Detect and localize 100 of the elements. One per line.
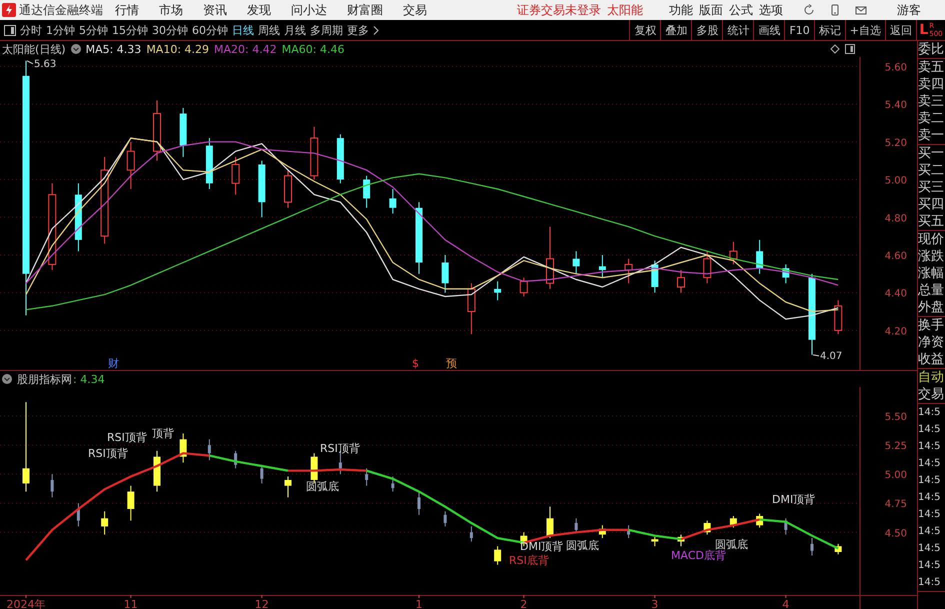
period-tab[interactable]: 分时 [20,22,42,38]
event-marker[interactable]: 财 [108,357,119,370]
candlestick [389,188,396,214]
quote-label: 买二 [918,162,944,179]
indicator-value: MA60: 4.46 [282,42,344,56]
candlestick [651,260,658,294]
period-tab[interactable]: 周线 [258,22,280,38]
quote-label: 自动 [918,369,944,386]
toolbar-button[interactable]: 画线 [753,20,784,40]
toolbar-button[interactable]: F10 [784,20,814,40]
quote-label: 现价 [918,231,944,248]
candlestick [418,491,420,516]
toolbar-button[interactable]: 叠加 [660,20,692,40]
signal-label: RSI顶背 [107,431,147,444]
event-marker[interactable]: 预 [446,357,457,370]
price-label: 5.63 [34,58,56,70]
axis-label: 5.60 [884,62,907,74]
chevron-down-icon[interactable] [2,374,12,384]
toolbar-button[interactable]: 复权 [629,20,660,40]
event-marker[interactable]: $ [412,357,419,370]
candlestick [834,543,842,555]
candlestick [50,474,54,498]
candlestick [127,485,134,522]
menu-item[interactable]: 选项 [759,2,783,18]
refresh-icon[interactable] [803,4,815,16]
menu-item[interactable]: 交易 [403,2,427,18]
signal-label: RSI顶背 [320,442,360,455]
menu-item[interactable]: 发现 [247,2,271,18]
candlestick [703,250,712,284]
period-tab[interactable]: 5分钟 [79,22,108,38]
period-tab[interactable]: 60分钟 [192,22,228,38]
candlestick [310,126,318,180]
candlestick [260,464,264,484]
phone-icon[interactable] [829,4,841,16]
panel-icon[interactable] [4,24,16,36]
menu-item[interactable]: 功能 [669,2,693,18]
period-tab[interactable]: 15分钟 [112,22,148,38]
mail-icon[interactable] [855,4,867,16]
axis-label: 4.60 [884,250,907,262]
toolbar-button[interactable]: 返回 [885,20,916,40]
candlestick [363,175,370,208]
candlestick [154,450,160,492]
candlestick [627,524,630,539]
quote-label: 涨幅 [918,265,944,282]
candlestick [234,450,238,469]
axis-label: 2 [520,598,528,609]
menu-item[interactable]: 市场 [159,2,183,18]
user-label[interactable]: 游客 [897,2,921,18]
signal-label: DMI顶背 [520,540,564,553]
chart-title: 股朋指标网 [17,372,72,386]
signal-label: DMI顶背 [772,493,816,506]
candlestick [442,254,449,294]
menu-item[interactable]: 问小达 [291,2,327,18]
candlestick [336,134,344,184]
axis-label: 1 [416,598,422,609]
chevron-right-icon[interactable] [373,26,379,34]
toolbar-button[interactable]: 标记 [814,20,845,40]
menu-item[interactable]: 行情 [115,2,139,18]
trade-time: 14:5 [918,457,940,471]
trade-time: 14:5 [918,559,940,573]
period-tab[interactable]: 日线 [232,22,254,38]
quote-label: 买五 [918,213,944,230]
indicator-value: MA20: 4.42 [214,42,277,56]
toolbar-button[interactable]: 统计 [722,20,754,40]
chevron-down-icon[interactable] [70,44,81,54]
period-tab[interactable]: 月线 [284,22,306,38]
menu-item[interactable]: 财富圈 [347,2,383,18]
candlestick [834,300,842,335]
period-tab[interactable]: 1分钟 [46,22,75,38]
axis-label: 12 [254,598,269,609]
indicator-value: MA5: 4.33 [86,42,142,56]
toolbar-button[interactable]: 多股 [691,20,722,40]
candlestick [756,513,764,528]
period-tab[interactable]: 多周期 [310,22,343,38]
panel-icon[interactable] [845,44,855,54]
menu-item[interactable]: 公式 [729,2,753,18]
candlestick [678,534,684,547]
period-tab[interactable]: 30分钟 [152,22,188,38]
candlestick [624,258,633,284]
menu-item[interactable]: 资讯 [203,2,227,18]
quote-label: 净资 [918,334,944,351]
candlestick [651,536,658,547]
stock-name: 太阳能 [607,2,643,18]
quote-label: 总量 [918,282,944,299]
axis-label: 4.50 [884,528,907,540]
candlestick [546,506,554,539]
menu-item[interactable]: 版面 [699,2,723,18]
trade-time: 14:5 [918,542,940,556]
toolbar-button[interactable]: +自选 [844,20,885,40]
axis-label: 5.50 [884,412,907,424]
axis-label: 4 [782,598,790,609]
candlestick [810,538,814,556]
axis-label: 5.20 [884,138,907,149]
candlestick [258,160,266,218]
trade-time: 14:5 [918,525,940,539]
diamond-icon[interactable] [830,44,840,54]
axis-label: 3 [651,598,658,609]
period-tab[interactable]: 更多 [347,22,369,38]
leader-line [26,60,34,64]
app-name: 通达信金融终端 [19,2,103,18]
